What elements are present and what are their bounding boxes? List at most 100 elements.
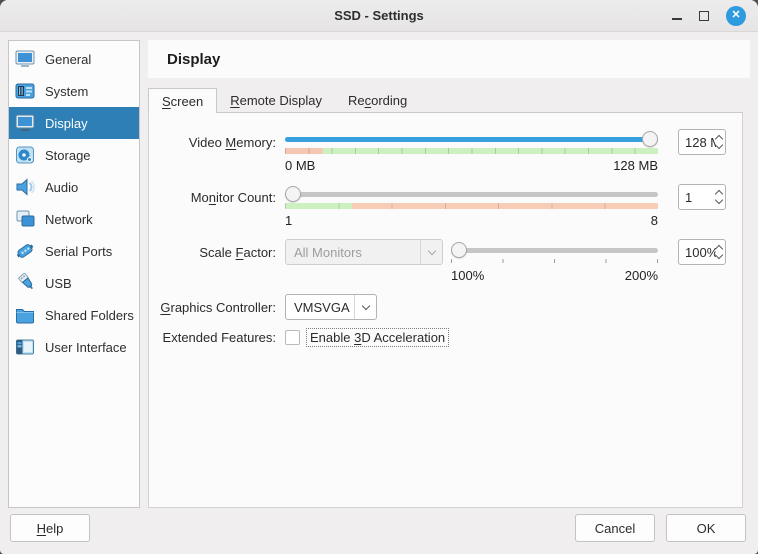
maximize-icon[interactable] <box>699 11 709 21</box>
sidebar-item-label: Shared Folders <box>45 308 134 323</box>
monitor-count-max-label: 8 <box>651 213 658 228</box>
tab-remote-display[interactable]: Remote Display <box>217 88 335 113</box>
serial-ports-icon <box>14 240 36 262</box>
monitor-count-range: 1 8 <box>285 210 658 239</box>
spin-down-icon[interactable] <box>715 251 723 259</box>
minimize-icon[interactable] <box>672 18 682 20</box>
scale-factor-spinbox[interactable]: 100% <box>678 239 726 265</box>
titlebar: SSD - Settings ✕ <box>0 0 758 32</box>
scale-factor-row: Scale Factor: All Monitors <box>149 239 734 265</box>
video-memory-slider[interactable] <box>285 130 658 148</box>
scale-factor-slider[interactable] <box>451 241 658 259</box>
settings-dialog: SSD - Settings ✕ General System <box>0 0 758 554</box>
video-memory-range: 0 MB 128 MB <box>285 155 658 184</box>
graphics-controller-label: Graphics Controller: <box>149 300 285 315</box>
sidebar-item-user-interface[interactable]: User Interface <box>9 331 139 363</box>
network-icon <box>14 208 36 230</box>
slider-track <box>285 192 658 197</box>
tab-recording[interactable]: Recording <box>335 88 420 113</box>
scale-factor-monitor-combo-value: All Monitors <box>294 245 420 260</box>
video-memory-max-label: 128 MB <box>613 158 658 173</box>
system-icon <box>14 80 36 102</box>
sidebar-item-label: Serial Ports <box>45 244 112 259</box>
sidebar-item-network[interactable]: Network <box>9 203 139 235</box>
slider-track <box>451 248 658 253</box>
scale-factor-monitor-combo: All Monitors <box>285 239 443 265</box>
usb-icon <box>14 272 36 294</box>
slider-handle[interactable] <box>642 131 658 147</box>
tabbar-filler <box>420 88 743 113</box>
enable-3d-acceleration-checkbox-label[interactable]: Enable 3D Acceleration <box>306 328 449 347</box>
screen-tab-panel: Video Memory: 128 MB <box>148 113 743 508</box>
window-controls: ✕ <box>672 6 758 26</box>
sidebar-item-label: General <box>45 52 91 67</box>
sidebar-item-system[interactable]: System <box>9 75 139 107</box>
spin-down-icon[interactable] <box>715 196 723 204</box>
video-memory-slider-cell <box>285 130 658 154</box>
shared-folders-icon <box>14 304 36 326</box>
sidebar-item-shared-folders[interactable]: Shared Folders <box>9 299 139 331</box>
chevron-down-icon[interactable] <box>354 295 376 319</box>
spin-down-icon[interactable] <box>715 141 723 149</box>
slider-handle[interactable] <box>285 186 301 202</box>
graphics-controller-combo[interactable]: VMSVGA <box>285 294 377 320</box>
sidebar-item-usb[interactable]: USB <box>9 267 139 299</box>
video-memory-row: Video Memory: 128 MB <box>149 129 734 155</box>
chevron-down-icon <box>420 240 442 264</box>
sidebar-item-label: System <box>45 84 88 99</box>
sidebar-item-serial-ports[interactable]: Serial Ports <box>9 235 139 267</box>
sidebar-item-label: USB <box>45 276 72 291</box>
sidebar-item-label: User Interface <box>45 340 127 355</box>
graphics-controller-row: Graphics Controller: VMSVGA <box>149 294 734 320</box>
storage-icon <box>14 144 36 166</box>
audio-icon <box>14 176 36 198</box>
spin-arrows <box>716 246 722 258</box>
scale-factor-max-label: 200% <box>625 268 658 283</box>
spin-arrows <box>716 136 722 148</box>
scale-factor-range-row: 100% 200% <box>149 265 734 294</box>
scale-factor-range: 100% 200% <box>451 265 658 294</box>
video-memory-value[interactable]: 128 MB <box>685 135 716 150</box>
monitor-count-value[interactable]: 1 <box>685 190 716 205</box>
spin-arrows <box>716 191 722 203</box>
scale-factor-slider-cell: All Monitors <box>285 239 658 265</box>
graphics-controller-combo-value: VMSVGA <box>294 300 354 315</box>
ok-button[interactable]: OK <box>666 514 746 542</box>
monitor-count-scale <box>285 203 658 209</box>
video-memory-label: Video Memory: <box>149 135 285 150</box>
video-memory-min-label: 0 MB <box>285 158 315 173</box>
monitor-count-range-row: 1 8 <box>149 210 734 239</box>
monitor-count-row: Monitor Count: 1 <box>149 184 734 210</box>
extended-features-row: Extended Features: Enable 3D Acceleratio… <box>149 328 734 347</box>
sidebar-item-label: Network <box>45 212 93 227</box>
enable-3d-acceleration-checkbox[interactable] <box>285 330 300 345</box>
tab-screen[interactable]: Screen <box>148 88 217 113</box>
video-memory-spinbox[interactable]: 128 MB <box>678 129 726 155</box>
sidebar-item-audio[interactable]: Audio <box>9 171 139 203</box>
cancel-button[interactable]: Cancel <box>575 514 655 542</box>
scale-factor-label: Scale Factor: <box>149 245 285 260</box>
slider-handle[interactable] <box>451 242 467 258</box>
monitor-count-min-label: 1 <box>285 213 292 228</box>
display-tabbar: Screen Remote Display Recording <box>148 88 750 113</box>
monitor-count-spinbox[interactable]: 1 <box>678 184 726 210</box>
help-button[interactable]: Help <box>10 514 90 542</box>
window-title: SSD - Settings <box>0 8 758 23</box>
user-interface-icon <box>14 336 36 358</box>
sidebar-item-label: Display <box>45 116 88 131</box>
sidebar-item-label: Audio <box>45 180 78 195</box>
dialog-footer: Help Cancel OK <box>0 508 758 554</box>
scale-factor-min-label: 100% <box>451 268 484 283</box>
display-icon <box>14 112 36 134</box>
close-icon[interactable]: ✕ <box>726 6 746 26</box>
dialog-body: General System Display Storage <box>0 32 758 508</box>
settings-page: Display Screen Remote Display Recording … <box>148 40 750 508</box>
monitor-count-slider[interactable] <box>285 185 658 203</box>
monitor-count-label: Monitor Count: <box>149 190 285 205</box>
sidebar-item-storage[interactable]: Storage <box>9 139 139 171</box>
scale-factor-value[interactable]: 100% <box>685 245 716 260</box>
sidebar-item-display[interactable]: Display <box>9 107 139 139</box>
sidebar-item-general[interactable]: General <box>9 43 139 75</box>
sidebar-item-label: Storage <box>45 148 91 163</box>
video-memory-spin-cell: 128 MB <box>658 129 734 155</box>
